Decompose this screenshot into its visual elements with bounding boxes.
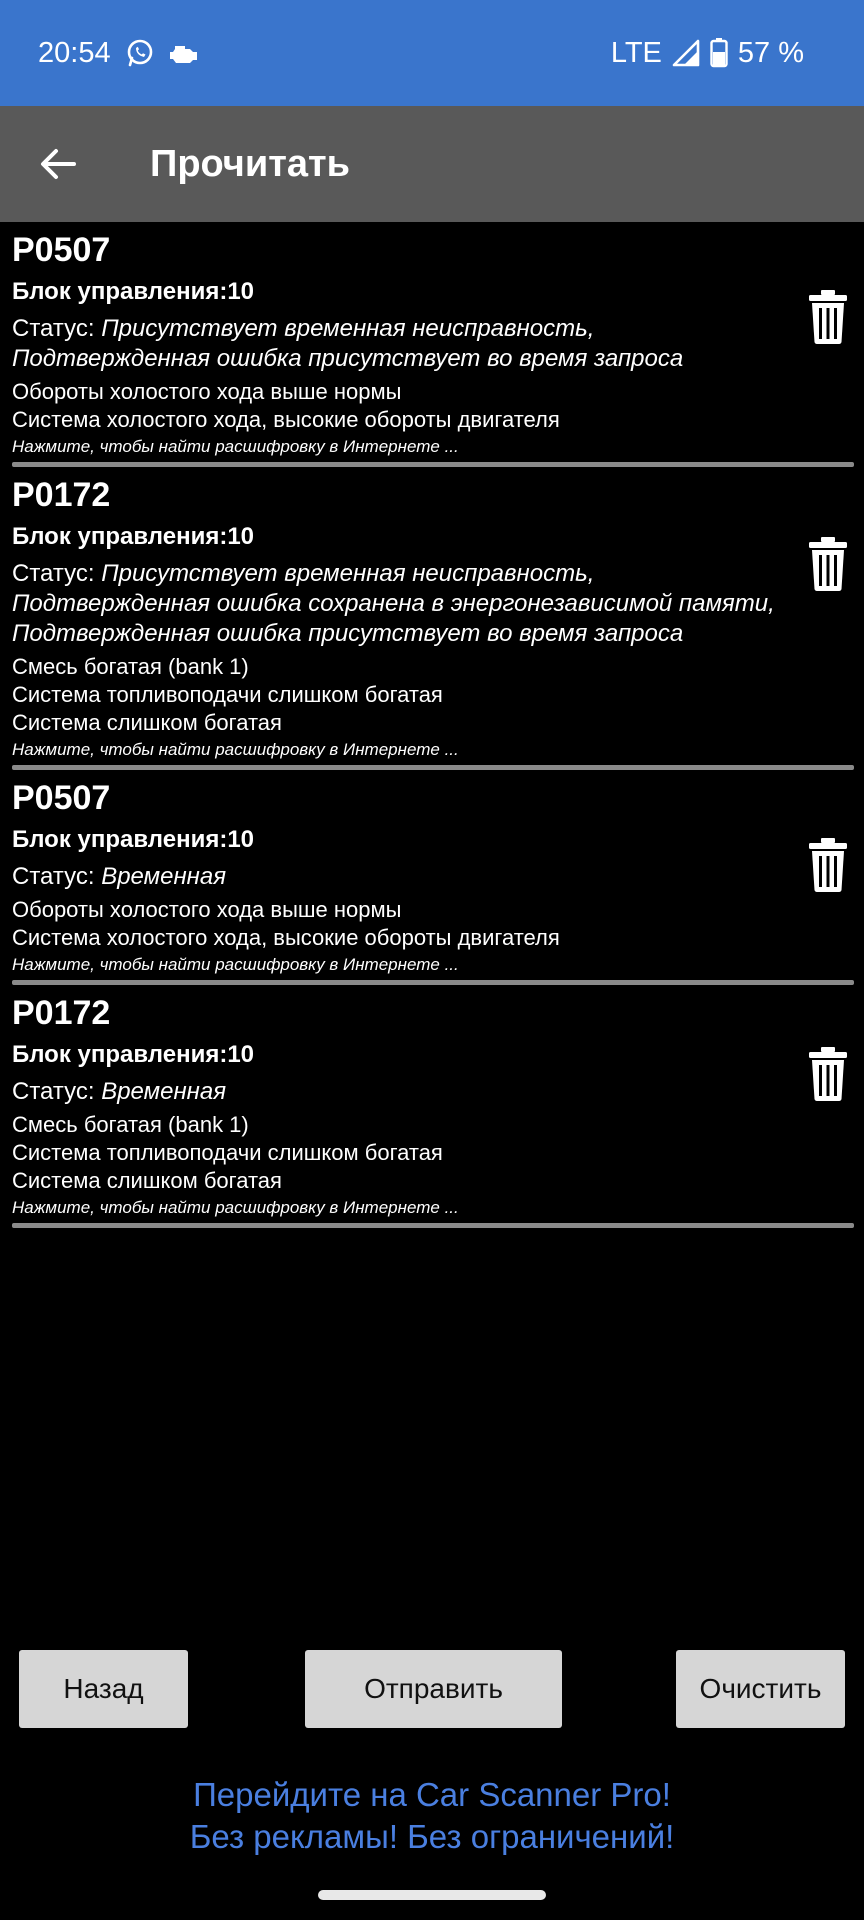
- network-type: LTE: [610, 36, 662, 69]
- error-list: P0507 Блок управления:10 Статус: Присутс…: [0, 222, 864, 1228]
- promo-line-2: Без рекламы! Без ограничений!: [189, 1818, 675, 1855]
- error-status: Статус: Временная: [12, 1078, 227, 1105]
- app-bar: Прочитать: [0, 106, 864, 222]
- ecu-label: Блок управления:10: [12, 1041, 255, 1068]
- pro-promo-link[interactable]: Перейдите на Car Scanner Pro! Без реклам…: [0, 1774, 864, 1858]
- delete-error-button[interactable]: [808, 290, 848, 344]
- trash-icon: [809, 537, 847, 591]
- error-code: P0172: [12, 476, 111, 514]
- error-item[interactable]: P0507 Блок управления:10 Статус: Присутс…: [0, 222, 864, 467]
- search-hint-link[interactable]: Нажмите, чтобы найти расшифровку в Интер…: [12, 436, 864, 458]
- clear-button[interactable]: Очистить: [676, 1650, 845, 1728]
- trash-icon: [809, 838, 847, 892]
- gesture-nav-handle[interactable]: [318, 1890, 546, 1900]
- page-title: Прочитать: [150, 142, 350, 185]
- error-description: Смесь богатая (bank 1): [12, 1112, 249, 1137]
- divider: [12, 1223, 854, 1228]
- trash-icon: [809, 290, 847, 344]
- error-item[interactable]: P0507 Блок управления:10 Статус: Временн…: [0, 770, 864, 985]
- delete-error-button[interactable]: [808, 537, 848, 591]
- promo-line-1: Перейдите на Car Scanner Pro!: [193, 1776, 671, 1813]
- error-description: Обороты холостого хода выше нормы: [12, 379, 402, 404]
- error-item[interactable]: P0172 Блок управления:10 Статус: Присутс…: [0, 467, 864, 770]
- ecu-label: Блок управления:10: [12, 523, 255, 550]
- delete-error-button[interactable]: [808, 838, 848, 892]
- send-button[interactable]: Отправить: [305, 1650, 562, 1728]
- back-arrow-button[interactable]: [30, 136, 86, 192]
- delete-error-button[interactable]: [808, 1047, 848, 1101]
- ecu-label: Блок управления:10: [12, 278, 255, 305]
- error-description: Система холостого хода, высокие обороты …: [12, 925, 560, 950]
- whatsapp-icon: [125, 38, 155, 68]
- arrow-left-icon: [41, 149, 76, 179]
- error-code: P0507: [12, 231, 111, 269]
- status-right: LTE 57 %: [611, 37, 804, 70]
- trash-icon: [809, 1047, 847, 1101]
- error-code: P0172: [12, 994, 111, 1032]
- error-description: Система топливоподачи слишком богатая: [12, 1140, 443, 1165]
- error-status: Статус: Присутствует временная неисправн…: [12, 560, 775, 647]
- back-button[interactable]: Назад: [19, 1650, 188, 1728]
- search-hint-link[interactable]: Нажмите, чтобы найти расшифровку в Интер…: [12, 739, 864, 761]
- engine-icon: [169, 42, 201, 64]
- battery-level: 57 %: [737, 36, 804, 69]
- error-description: Система слишком богатая: [12, 1168, 282, 1193]
- clock: 20:54: [38, 36, 111, 69]
- status-left: 20:54: [38, 37, 201, 70]
- error-item[interactable]: P0172 Блок управления:10 Статус: Временн…: [0, 985, 864, 1228]
- error-description: Смесь богатая (bank 1): [12, 654, 249, 679]
- signal-icon: [672, 39, 700, 67]
- error-status: Статус: Временная: [12, 863, 227, 890]
- battery-icon: [710, 38, 728, 68]
- ecu-label: Блок управления:10: [12, 826, 255, 853]
- error-description: Система холостого хода, высокие обороты …: [12, 407, 560, 432]
- error-description: Обороты холостого хода выше нормы: [12, 897, 402, 922]
- error-status: Статус: Присутствует временная неисправн…: [12, 315, 684, 372]
- status-bar: 20:54 LTE 57 %: [0, 0, 864, 106]
- search-hint-link[interactable]: Нажмите, чтобы найти расшифровку в Интер…: [12, 1197, 864, 1219]
- error-description: Система топливоподачи слишком богатая: [12, 682, 443, 707]
- error-code: P0507: [12, 779, 111, 817]
- search-hint-link[interactable]: Нажмите, чтобы найти расшифровку в Интер…: [12, 954, 864, 976]
- error-description: Система слишком богатая: [12, 710, 282, 735]
